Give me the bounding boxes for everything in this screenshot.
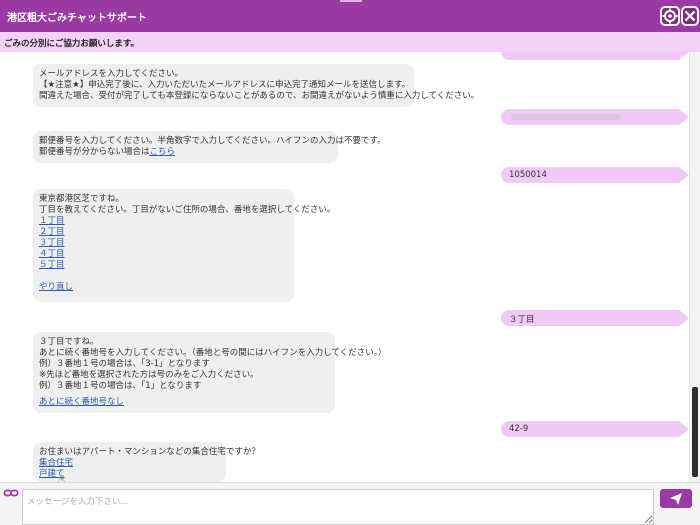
bot-message-email: メールアドレスを入力してください。 【★注意★】申込完了後に、入力いただいたメー… <box>33 64 480 107</box>
message-line: あとに続く番地号を入力してください。（番地と号の間にはハイフンを入力してください… <box>39 348 387 358</box>
notice-bar: ごみの分別にご協力お願いします。 <box>0 32 700 52</box>
user-message-text: 42-9 <box>509 424 529 434</box>
close-button[interactable] <box>681 6 699 26</box>
message-line: 【★注意★】申込完了後に、入力いただいたメールアドレスに申込完了通知メールを送信… <box>39 80 411 90</box>
redacted-email <box>511 114 621 120</box>
no-banchi-link[interactable]: あとに続く番地号なし <box>39 397 124 407</box>
header-notch <box>340 0 362 2</box>
bot-message-chome: 東京都港区芝ですね。 丁目を教えてください。丁目がないご住所の場合、番地を選択し… <box>33 189 336 302</box>
option-chome-1[interactable]: １丁目 <box>39 216 65 226</box>
message-line: 間違えた場合、受付が完了しても本登録にならないことがあるので、お間違えがないよう… <box>39 91 480 101</box>
user-message-chome: ３丁目 <box>501 310 689 326</box>
postal-lookup-link[interactable]: こちら <box>150 147 176 157</box>
message-line: メールアドレスを入力してください。 <box>39 69 183 79</box>
send-button[interactable] <box>660 489 692 508</box>
option-chome-2[interactable]: ２丁目 <box>39 227 65 237</box>
bot-message-banchi: ３丁目ですね。 あとに続く番地号を入力してください。（番地と号の間にはハイフンを… <box>33 332 387 413</box>
notice-text: ごみの分別にご協力お願いします。 <box>4 39 139 49</box>
scrollbar-thumb[interactable] <box>692 387 698 477</box>
message-line: お住まいはアパート・マンションなどの集合住宅ですか？ <box>39 447 260 457</box>
message-line: ３丁目ですね。 <box>39 337 99 347</box>
message-line: 例）３番地１号の場合は、「1」となります <box>39 381 202 391</box>
chat-header: 港区粗大ごみチャットサポート <box>0 0 700 32</box>
gear-icon <box>662 8 678 24</box>
user-message-text: 1050014 <box>509 170 547 180</box>
chat-log[interactable]: メールアドレスを入力してください。 【★注意★】申込完了後に、入力いただいたメー… <box>0 52 689 482</box>
option-apartment[interactable]: 集合住宅 <box>39 458 73 468</box>
message-line: 東京都港区芝ですね。 <box>39 194 125 204</box>
pointer-hand-icon: ☝ <box>58 473 66 482</box>
redo-link[interactable]: やり直し <box>39 282 73 292</box>
user-message-text: ３丁目 <box>509 315 535 325</box>
user-message-partial <box>501 52 689 60</box>
link-icon[interactable] <box>2 488 20 498</box>
message-input[interactable] <box>22 489 654 525</box>
input-bar <box>0 482 700 525</box>
message-text: 郵便番号が分からない場合は <box>39 147 150 157</box>
message-line: 丁目を教えてください。丁目がないご住所の場合、番地を選択してください。 <box>39 205 336 215</box>
option-chome-4[interactable]: ４丁目 <box>39 249 65 259</box>
option-chome-3[interactable]: ３丁目 <box>39 238 65 248</box>
bot-message-postal: 郵便番号を入力してください。半角数字で入力してください。ハイフンの入力は不要です… <box>33 131 386 163</box>
send-icon <box>670 493 682 505</box>
chat-scrollbar[interactable] <box>689 52 700 482</box>
option-chome-5[interactable]: ５丁目 <box>39 260 65 270</box>
message-line: ※先ほど番地を選択された方は号のみをご入力ください。 <box>39 370 259 380</box>
user-message-postal: 1050014 <box>501 167 689 183</box>
settings-button[interactable] <box>660 6 680 26</box>
chat-title: 港区粗大ごみチャットサポート <box>7 13 147 24</box>
message-line: 郵便番号を入力してください。半角数字で入力してください。ハイフンの入力は不要です… <box>39 136 386 146</box>
user-message-email <box>501 109 689 125</box>
user-message-banchi: 42-9 <box>501 421 689 437</box>
message-line: 郵便番号が分からない場合はこちら <box>39 147 332 158</box>
message-line: 例）３番地１号の場合は、「3-1」となります <box>39 359 210 369</box>
close-icon <box>684 10 696 22</box>
